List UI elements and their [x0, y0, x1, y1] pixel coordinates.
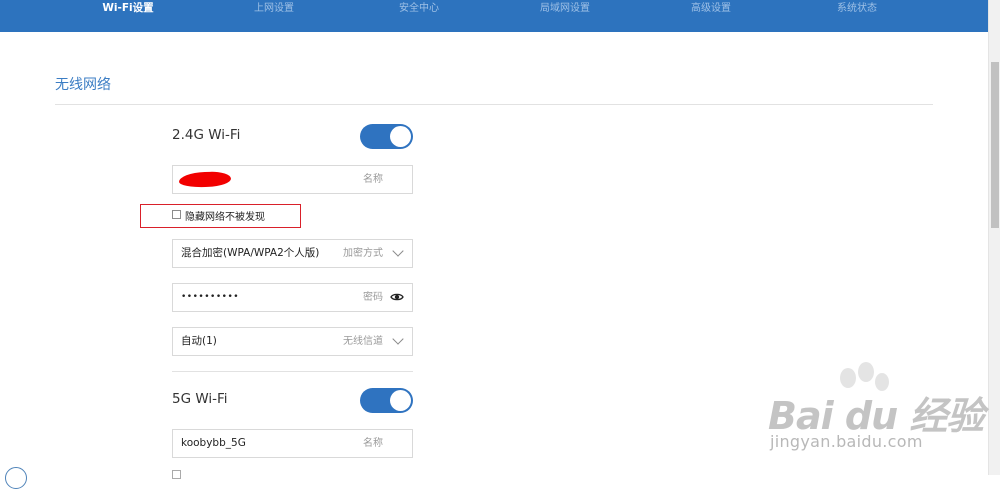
field-hint: 名称: [363, 438, 383, 449]
toggle-knob: [390, 126, 411, 147]
channel-select[interactable]: 自动(1) 无线信道: [172, 327, 413, 356]
wifi-24g-name-field[interactable]: 名称: [172, 165, 413, 194]
tab-security-center[interactable]: 安全中心: [399, 0, 439, 18]
top-nav-bar: Wi-Fi设置 上网设置 安全中心 局域网设置 高级设置 系统状态: [0, 0, 988, 32]
hide-network-checkbox[interactable]: [172, 210, 181, 219]
wifi-5g-name-value: koobybb_5G: [181, 437, 246, 449]
field-hint: 无线信道: [343, 336, 383, 347]
channel-value: 自动(1): [181, 335, 217, 347]
chevron-down-icon: [392, 333, 404, 345]
tab-system-status[interactable]: 系统状态: [837, 0, 877, 18]
password-field[interactable]: •••••••••• 密码: [172, 283, 413, 312]
wifi-24g-toggle[interactable]: [360, 124, 413, 149]
tab-wifi-settings[interactable]: Wi-Fi设置: [102, 0, 153, 18]
chevron-down-icon: [392, 245, 404, 257]
eye-icon[interactable]: [390, 292, 404, 302]
hide-network-label: 隐藏网络不被发现: [185, 212, 265, 223]
redacted-ssid: [178, 171, 232, 188]
watermark-url: jingyan.baidu.com: [770, 432, 923, 451]
help-circle-icon[interactable]: [5, 467, 27, 489]
tab-advanced-settings[interactable]: 高级设置: [691, 0, 731, 18]
wifi-5g-label: 5G Wi-Fi: [172, 391, 228, 407]
toggle-knob: [390, 390, 411, 411]
section-divider: [55, 104, 933, 105]
section-title: 无线网络: [55, 77, 111, 93]
field-hint: 加密方式: [343, 248, 383, 259]
scrollbar-thumb[interactable]: [991, 62, 999, 228]
encryption-value: 混合加密(WPA/WPA2个人版): [181, 247, 320, 259]
band-divider: [172, 371, 413, 372]
field-hint: 密码: [363, 292, 383, 303]
tab-internet-settings[interactable]: 上网设置: [254, 0, 294, 18]
vertical-scrollbar[interactable]: [988, 0, 1000, 475]
tab-lan-settings[interactable]: 局域网设置: [540, 0, 590, 18]
password-value: ••••••••••: [181, 292, 240, 302]
encryption-select[interactable]: 混合加密(WPA/WPA2个人版) 加密方式: [172, 239, 413, 268]
wifi-24g-label: 2.4G Wi-Fi: [172, 127, 241, 143]
field-hint: 名称: [363, 174, 383, 185]
wifi-5g-toggle[interactable]: [360, 388, 413, 413]
wifi-5g-name-field[interactable]: koobybb_5G 名称: [172, 429, 413, 458]
